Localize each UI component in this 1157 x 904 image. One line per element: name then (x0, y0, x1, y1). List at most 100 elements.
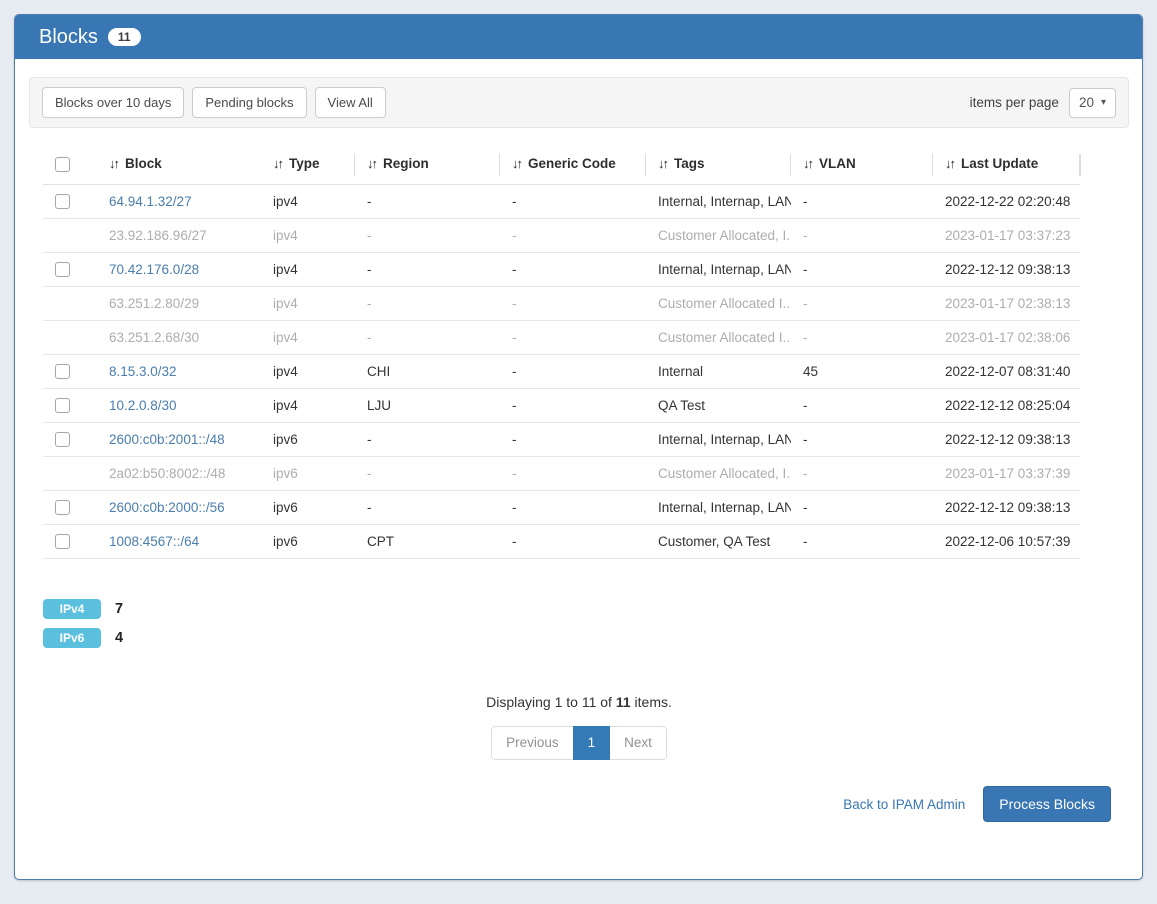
block-link[interactable]: 1008:4567::/64 (109, 534, 199, 549)
blocks-table-wrap: ↓↑Block ↓↑Type ↓↑Region ↓↑Generic Code ↓… (29, 146, 1129, 559)
filter-blocks-over-10-days-button[interactable]: Blocks over 10 days (42, 87, 184, 118)
sort-icon: ↓↑ (512, 156, 521, 171)
region-cell: - (355, 320, 500, 354)
block-link[interactable]: 10.2.0.8/30 (109, 398, 177, 413)
row-checkbox[interactable] (55, 398, 70, 413)
block-link[interactable]: 64.94.1.32/27 (109, 194, 192, 209)
last-update-cell: 2022-12-06 10:57:39 (933, 524, 1080, 558)
tags-cell: Customer Allocated, I... (646, 456, 791, 490)
vlan-cell: - (791, 184, 933, 218)
panel-header: Blocks 11 (15, 15, 1142, 59)
generic-code-cell: - (500, 320, 646, 354)
type-summary: IPv4 7 IPv6 4 (43, 599, 1129, 648)
page-title: Blocks (39, 26, 98, 49)
blocks-count-badge: 11 (108, 28, 141, 46)
table-row: 2600:c0b:2000::/56 ipv6 - - Internal, In… (43, 490, 1080, 524)
previous-page-button[interactable]: Previous (491, 726, 573, 760)
back-to-ipam-admin-link[interactable]: Back to IPAM Admin (843, 797, 965, 812)
generic-code-cell: - (500, 456, 646, 490)
block-link[interactable]: 2600:c0b:2000::/56 (109, 500, 225, 515)
region-cell: LJU (355, 388, 500, 422)
column-header-last-update[interactable]: ↓↑Last Update (933, 146, 1080, 184)
sort-icon: ↓↑ (658, 156, 667, 171)
row-checkbox[interactable] (55, 194, 70, 209)
block-cell: 23.92.186.96/27 (97, 218, 261, 252)
type-cell: ipv4 (261, 286, 355, 320)
row-checkbox[interactable] (55, 364, 70, 379)
footer-actions: Back to IPAM Admin Process Blocks (29, 786, 1129, 822)
row-checkbox[interactable] (55, 500, 70, 515)
sort-icon: ↓↑ (109, 156, 118, 171)
items-per-page-select[interactable]: 20 ▾ (1069, 88, 1116, 118)
generic-code-cell: - (500, 524, 646, 558)
block-link[interactable]: 8.15.3.0/32 (109, 364, 177, 379)
type-cell: ipv6 (261, 524, 355, 558)
filter-view-all-button[interactable]: View All (315, 87, 386, 118)
vlan-cell: - (791, 524, 933, 558)
region-cell: - (355, 422, 500, 456)
last-update-cell: 2022-12-07 08:31:40 (933, 354, 1080, 388)
row-checkbox[interactable] (55, 534, 70, 549)
filter-button-group: Blocks over 10 days Pending blocks View … (42, 87, 386, 118)
region-cell: - (355, 218, 500, 252)
block-link: 63.251.2.80/29 (109, 296, 199, 311)
column-header-region[interactable]: ↓↑Region (355, 146, 500, 184)
select-all-header (43, 146, 97, 184)
checkbox-cell (43, 490, 97, 524)
row-checkbox[interactable] (55, 262, 70, 277)
last-update-cell: 2023-01-17 02:38:13 (933, 286, 1080, 320)
last-update-cell: 2023-01-17 03:37:23 (933, 218, 1080, 252)
region-cell: - (355, 184, 500, 218)
block-link: 2a02:b50:8002::/48 (109, 466, 225, 481)
region-cell: CPT (355, 524, 500, 558)
region-cell: - (355, 252, 500, 286)
sort-icon: ↓↑ (803, 156, 812, 171)
process-blocks-button[interactable]: Process Blocks (983, 786, 1111, 822)
select-all-checkbox[interactable] (55, 157, 70, 172)
row-checkbox[interactable] (55, 432, 70, 447)
type-cell: ipv6 (261, 456, 355, 490)
block-cell: 2600:c0b:2001::/48 (97, 422, 261, 456)
tags-cell: Customer Allocated, I... (646, 218, 791, 252)
pagination: Previous 1 Next (29, 726, 1129, 760)
last-update-cell: 2022-12-12 09:38:13 (933, 490, 1080, 524)
vlan-cell: - (791, 490, 933, 524)
next-page-button[interactable]: Next (610, 726, 667, 760)
type-cell: ipv4 (261, 218, 355, 252)
block-cell: 63.251.2.80/29 (97, 286, 261, 320)
last-update-cell: 2023-01-17 02:38:06 (933, 320, 1080, 354)
checkbox-cell (43, 524, 97, 558)
column-header-vlan[interactable]: ↓↑VLAN (791, 146, 933, 184)
sort-icon: ↓↑ (945, 156, 954, 171)
column-header-tags[interactable]: ↓↑Tags (646, 146, 791, 184)
block-link[interactable]: 2600:c0b:2001::/48 (109, 432, 225, 447)
table-row: 63.251.2.80/29 ipv4 - - Customer Allocat… (43, 286, 1080, 320)
ipv4-summary-row: IPv4 7 (43, 599, 1129, 619)
column-header-block[interactable]: ↓↑Block (97, 146, 261, 184)
filter-pending-blocks-button[interactable]: Pending blocks (192, 87, 306, 118)
block-cell: 64.94.1.32/27 (97, 184, 261, 218)
column-header-type[interactable]: ↓↑Type (261, 146, 355, 184)
vlan-cell: - (791, 286, 933, 320)
vlan-cell: 45 (791, 354, 933, 388)
caret-down-icon: ▾ (1101, 98, 1106, 108)
block-cell: 2600:c0b:2000::/56 (97, 490, 261, 524)
sort-icon: ↓↑ (273, 156, 282, 171)
checkbox-cell (43, 286, 97, 320)
current-page-button[interactable]: 1 (573, 726, 611, 760)
vlan-cell: - (791, 252, 933, 286)
last-update-cell: 2023-01-17 03:37:39 (933, 456, 1080, 490)
block-cell: 8.15.3.0/32 (97, 354, 261, 388)
tags-cell: Customer, QA Test (646, 524, 791, 558)
block-link[interactable]: 70.42.176.0/28 (109, 262, 199, 277)
last-update-cell: 2022-12-12 09:38:13 (933, 422, 1080, 456)
generic-code-cell: - (500, 354, 646, 388)
generic-code-cell: - (500, 422, 646, 456)
block-cell: 70.42.176.0/28 (97, 252, 261, 286)
generic-code-cell: - (500, 388, 646, 422)
region-cell: - (355, 490, 500, 524)
vlan-cell: - (791, 456, 933, 490)
table-row: 8.15.3.0/32 ipv4 CHI - Internal 45 2022-… (43, 354, 1080, 388)
column-header-generic-code[interactable]: ↓↑Generic Code (500, 146, 646, 184)
ipv4-count: 7 (115, 601, 123, 617)
